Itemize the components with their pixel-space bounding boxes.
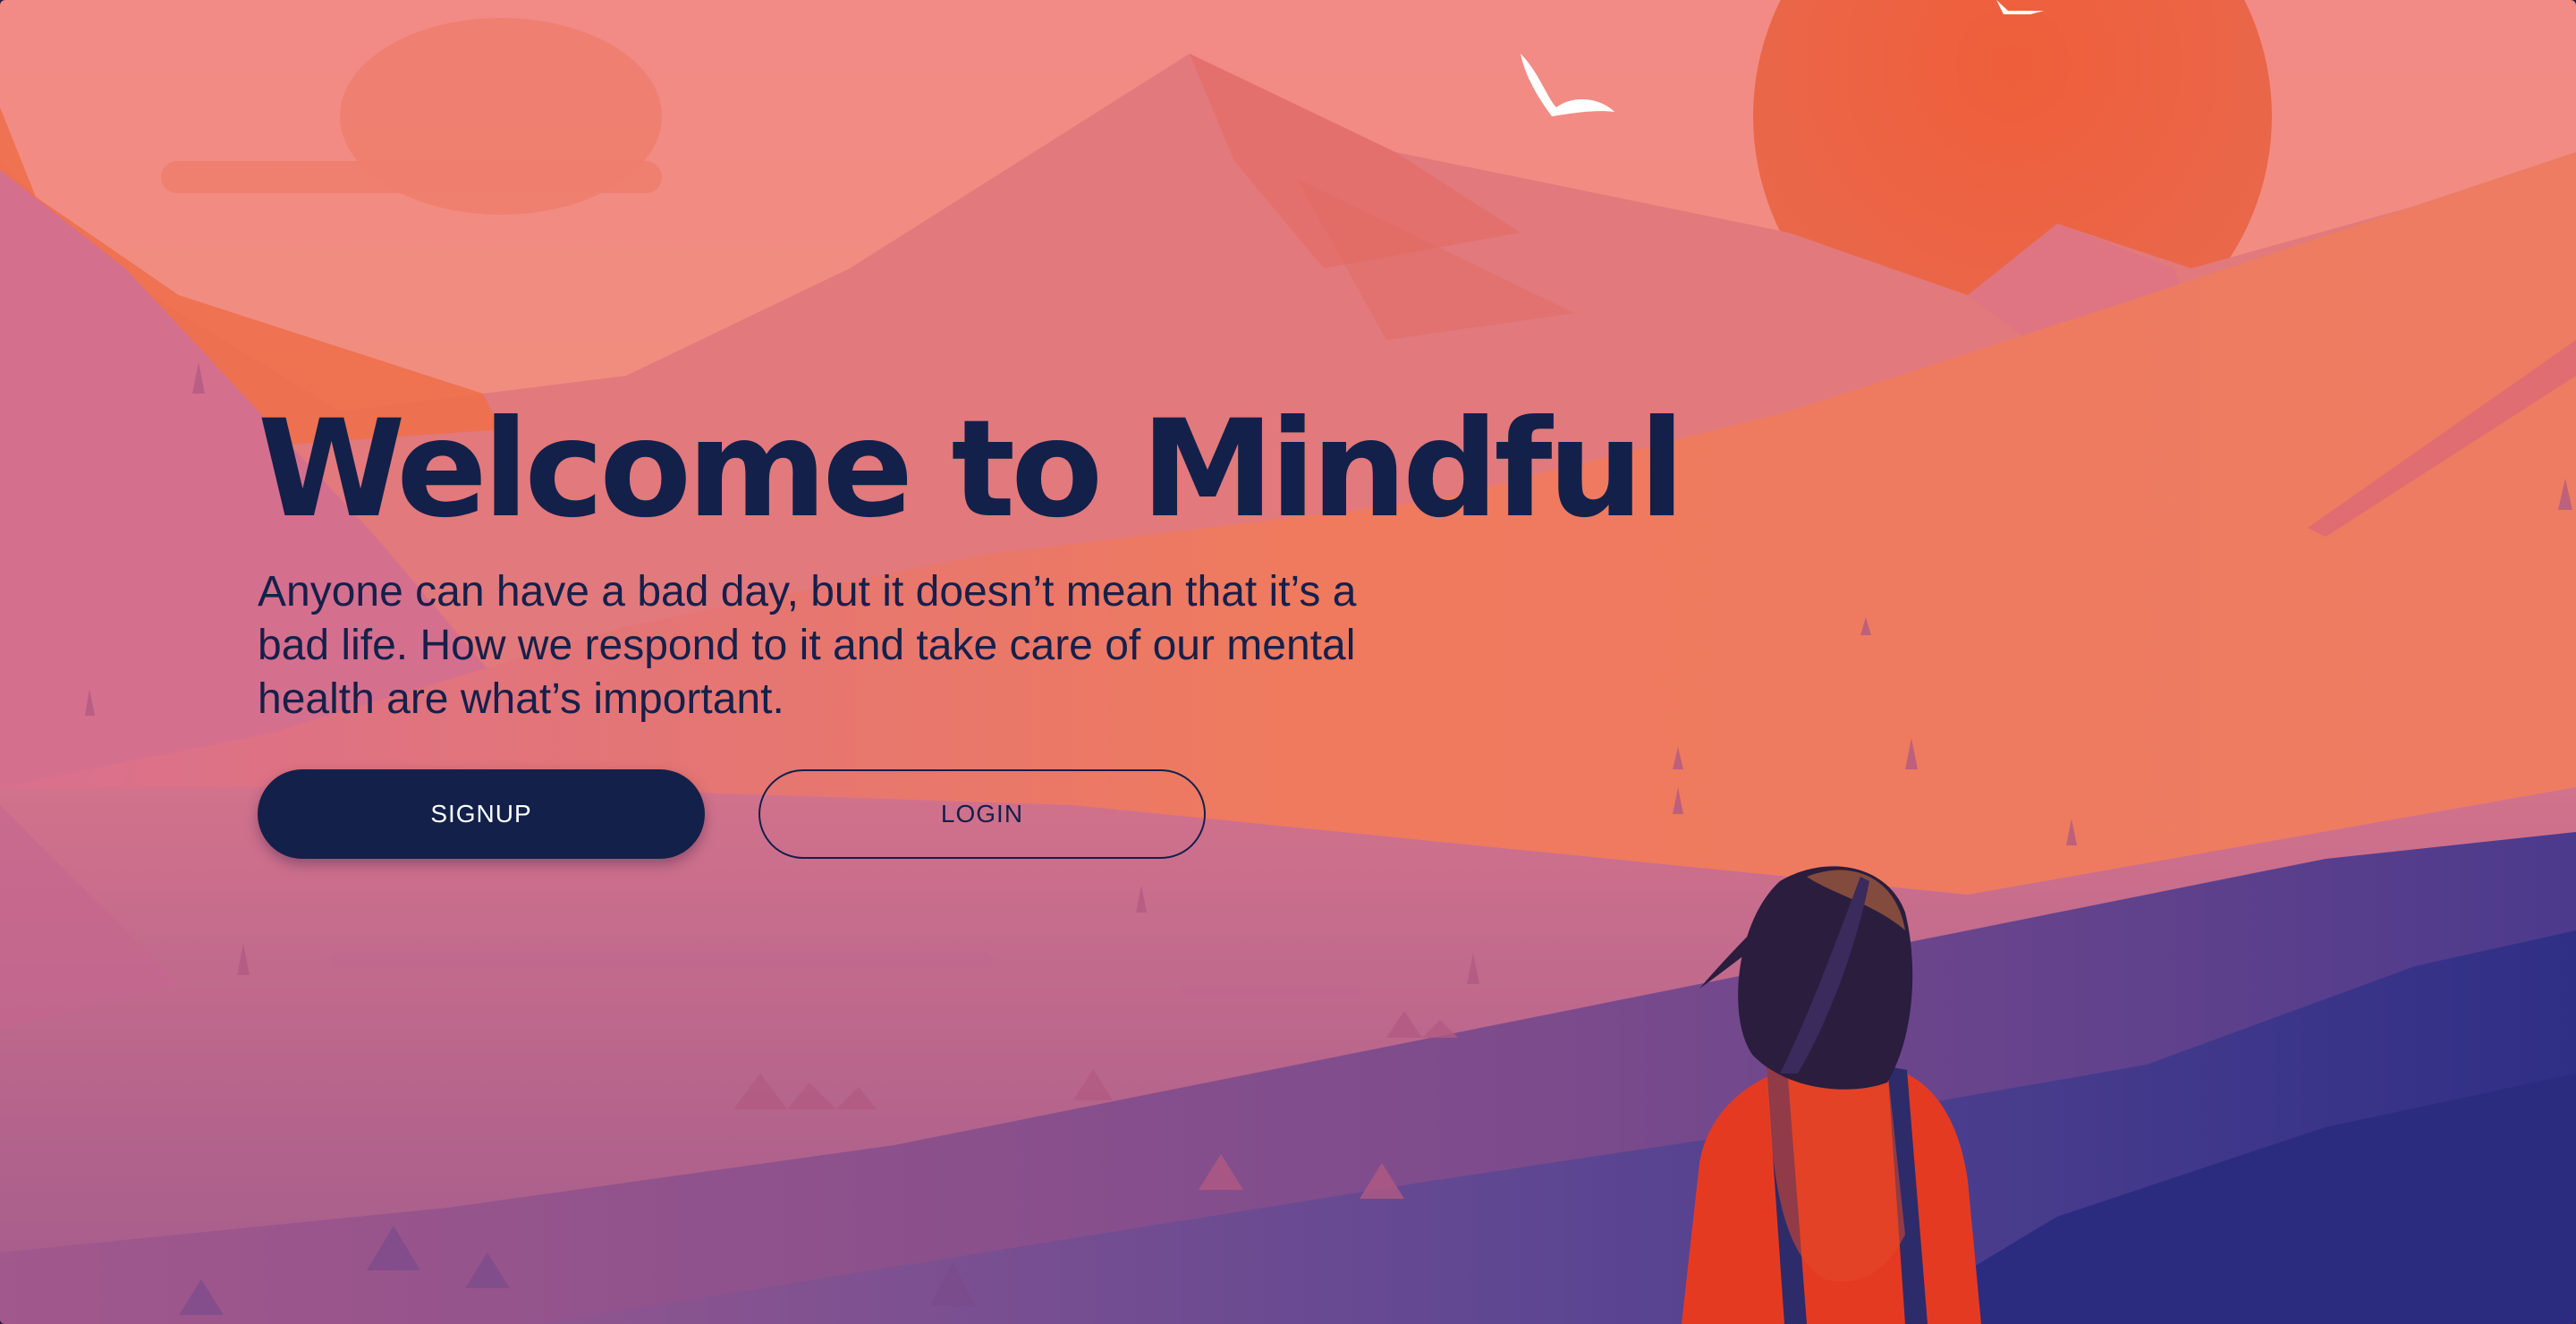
- hero-title: Welcome to Mindful: [258, 392, 1685, 547]
- hero-section: Welcome to Mindful Anyone can have a bad…: [258, 394, 1778, 726]
- landing-page: Welcome to Mindful Anyone can have a bad…: [0, 0, 2576, 1324]
- cta-buttons: SIGNUP LOGIN: [258, 769, 1206, 859]
- hero-subtitle: Anyone can have a bad day, but it doesn’…: [258, 568, 1357, 723]
- login-button[interactable]: LOGIN: [758, 769, 1206, 859]
- signup-button[interactable]: SIGNUP: [258, 769, 705, 859]
